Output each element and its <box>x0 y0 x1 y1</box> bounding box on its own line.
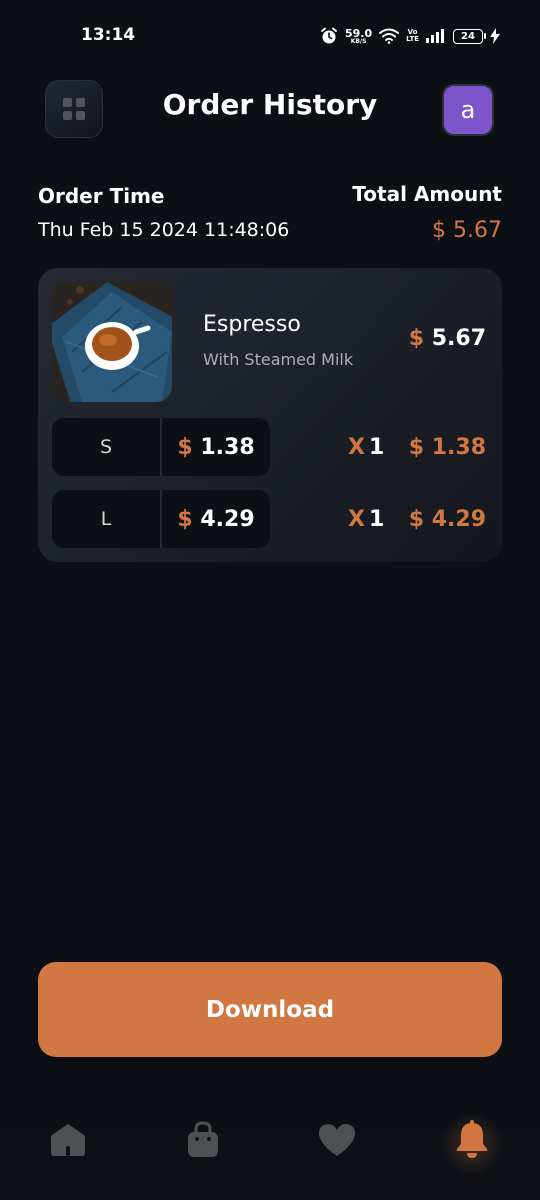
network-speed-value: 59.0 <box>345 26 373 40</box>
quantity-prefix: X <box>348 434 365 460</box>
size-row-s: S $ 1.38 X1 $ 1.38 <box>52 418 486 476</box>
volte-indicator: Vo LTE <box>406 29 419 43</box>
size-quantity: X1 <box>348 490 384 548</box>
status-icons: 59.0 KB/S Vo LTE 24 <box>320 24 500 48</box>
size-line-total: $ 4.29 <box>408 506 486 532</box>
order-time-label: Order Time <box>38 184 165 208</box>
size-label: S <box>52 418 162 476</box>
size-quantity: X1 <box>348 418 384 476</box>
product-price-currency: $ <box>408 326 425 351</box>
espresso-image <box>52 282 172 402</box>
size-label: L <box>52 490 162 548</box>
product-price-value: 5.67 <box>431 326 486 351</box>
quantity-value: 1 <box>368 434 385 460</box>
size-price-value: 1.38 <box>200 434 255 460</box>
product-price: $ 5.67 <box>409 326 486 351</box>
bottom-nav <box>0 1100 540 1200</box>
order-item-card[interactable]: Espresso With Steamed Milk $ 5.67 S $ 1.… <box>38 268 502 562</box>
status-bar: 13:14 59.0 KB/S Vo LTE 24 <box>0 0 540 72</box>
order-info: Order Time Thu Feb 15 2024 11:48:06 Tota… <box>38 182 502 252</box>
network-speed: 59.0 KB/S <box>345 28 372 45</box>
product-name: Espresso <box>203 312 301 337</box>
battery-icon: 24 <box>453 28 486 44</box>
bell-icon <box>456 1120 488 1158</box>
nav-favorites[interactable] <box>315 1118 359 1162</box>
network-speed-unit: KB/S <box>350 37 367 45</box>
size-price-value: 4.29 <box>200 506 255 532</box>
home-icon <box>51 1124 85 1156</box>
heart-icon <box>318 1124 356 1156</box>
signal-icon <box>426 29 444 43</box>
download-button[interactable]: Download <box>38 962 502 1057</box>
nav-cart[interactable] <box>181 1118 225 1162</box>
wifi-icon <box>379 28 400 44</box>
nav-home[interactable] <box>46 1118 90 1162</box>
size-row-l: L $ 4.29 X1 $ 4.29 <box>52 490 486 548</box>
order-time-value: Thu Feb 15 2024 11:48:06 <box>38 219 290 241</box>
battery-level: 24 <box>461 30 475 42</box>
quantity-value: 1 <box>368 506 385 532</box>
product-description: With Steamed Milk <box>203 350 354 369</box>
nav-notifications[interactable] <box>450 1118 494 1162</box>
size-box: S $ 1.38 <box>52 418 270 476</box>
avatar[interactable]: a <box>442 84 494 136</box>
size-price: $ 4.29 <box>162 490 270 548</box>
size-price: $ 1.38 <box>162 418 270 476</box>
size-price-currency: $ <box>177 434 193 460</box>
quantity-prefix: X <box>348 506 365 532</box>
size-line-total: $ 1.38 <box>408 434 486 460</box>
charging-icon <box>490 28 500 44</box>
total-amount-value: $ 5.67 <box>432 218 502 243</box>
size-price-currency: $ <box>177 506 193 532</box>
status-time: 13:14 <box>81 25 136 45</box>
size-box: L $ 4.29 <box>52 490 270 548</box>
order-history-screen: 13:14 59.0 KB/S Vo LTE 24 Order History … <box>0 0 540 1200</box>
volte-bottom: LTE <box>406 35 419 43</box>
shopping-bag-icon <box>188 1121 218 1157</box>
total-amount-label: Total Amount <box>352 182 502 206</box>
alarm-icon <box>321 27 337 44</box>
